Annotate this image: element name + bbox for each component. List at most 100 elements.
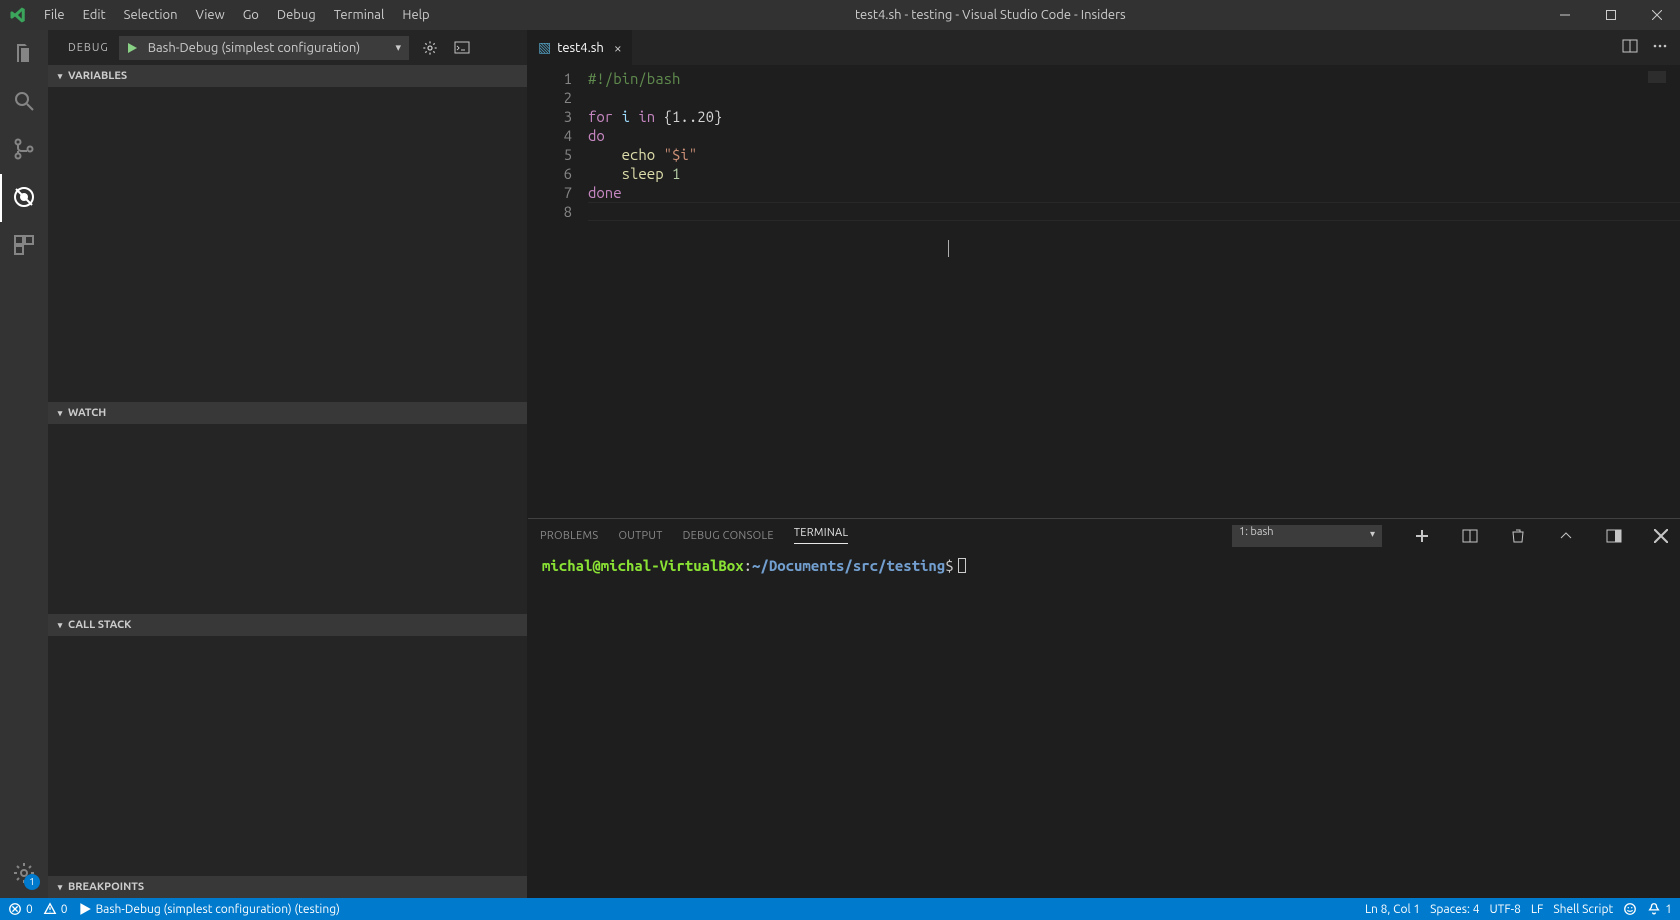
- status-bar: 0 0 Bash-Debug (simplest configuration) …: [0, 898, 1680, 920]
- section-variables-label: VARIABLES: [68, 70, 127, 82]
- maximize-button[interactable]: [1588, 0, 1634, 30]
- start-debug-icon[interactable]: [120, 42, 144, 54]
- editor-tabs: ▧ test4.sh ×: [528, 30, 1680, 65]
- status-warnings-count: 0: [61, 903, 68, 916]
- line-number: 7: [528, 183, 572, 202]
- settings-badge: 1: [24, 874, 40, 890]
- menu-view[interactable]: View: [187, 0, 234, 30]
- activity-settings[interactable]: 1: [0, 850, 48, 898]
- section-watch-header[interactable]: ▾ WATCH: [48, 402, 527, 424]
- chevron-down-icon: ▾: [52, 71, 68, 82]
- terminal-dollar: $: [945, 557, 953, 574]
- activity-debug[interactable]: [0, 174, 48, 222]
- status-errors-count: 0: [26, 903, 33, 916]
- panel-tab-terminal[interactable]: TERMINAL: [794, 527, 849, 544]
- bottom-panel: PROBLEMS OUTPUT DEBUG CONSOLE TERMINAL 1…: [528, 518, 1680, 898]
- menu-help[interactable]: Help: [393, 0, 438, 30]
- new-terminal-icon[interactable]: [1414, 528, 1430, 544]
- debug-title: DEBUG: [68, 42, 109, 54]
- panel-tab-debugconsole[interactable]: DEBUG CONSOLE: [683, 530, 774, 542]
- status-feedback[interactable]: [1623, 902, 1637, 916]
- terminal-content[interactable]: michal@michal-VirtualBox:~/Documents/src…: [528, 552, 1680, 898]
- menu-selection[interactable]: Selection: [115, 0, 187, 30]
- section-breakpoints-header[interactable]: ▾ BREAKPOINTS: [48, 876, 527, 898]
- status-debug-target-label: Bash-Debug (simplest configuration) (tes…: [96, 903, 340, 916]
- activity-extensions[interactable]: [0, 222, 48, 270]
- status-language[interactable]: Shell Script: [1553, 903, 1613, 916]
- code-token: in: [638, 108, 655, 125]
- code-token: echo: [588, 146, 655, 163]
- status-encoding[interactable]: UTF-8: [1489, 903, 1520, 916]
- activity-scm[interactable]: [0, 126, 48, 174]
- code-editor[interactable]: 1 2 3 4 5 6 7 8 #!/bin/bash for i in {1.…: [528, 65, 1680, 518]
- status-cursor-position[interactable]: Ln 8, Col 1: [1365, 903, 1420, 916]
- section-breakpoints-label: BREAKPOINTS: [68, 881, 144, 893]
- code-token: #!/bin/bash: [588, 70, 680, 87]
- close-button[interactable]: [1634, 0, 1680, 30]
- debug-toolbar: DEBUG Bash-Debug (simplest configuration…: [48, 30, 527, 65]
- status-eol[interactable]: LF: [1531, 903, 1543, 916]
- menu-debug[interactable]: Debug: [268, 0, 325, 30]
- chevron-down-icon: ▾: [52, 620, 68, 631]
- close-panel-icon[interactable]: [1654, 529, 1668, 543]
- terminal-instance-select[interactable]: 1: bash: [1232, 525, 1382, 547]
- menu-go[interactable]: Go: [234, 0, 268, 30]
- section-watch-body: [48, 424, 527, 614]
- chevron-down-icon: ▾: [52, 408, 68, 419]
- section-callstack-body: [48, 636, 527, 876]
- code-token: i: [613, 108, 638, 125]
- panel-tab-problems[interactable]: PROBLEMS: [540, 530, 598, 542]
- line-number: 6: [528, 164, 572, 183]
- panel-tab-output[interactable]: OUTPUT: [618, 530, 662, 542]
- split-editor-icon[interactable]: [1622, 38, 1638, 57]
- split-terminal-icon[interactable]: [1462, 528, 1478, 544]
- status-errors[interactable]: 0: [8, 902, 33, 916]
- chevron-down-icon[interactable]: ▾: [390, 41, 408, 54]
- minimap[interactable]: [1648, 71, 1666, 83]
- menu-terminal[interactable]: Terminal: [325, 0, 394, 30]
- kill-terminal-icon[interactable]: [1510, 528, 1526, 544]
- debug-console-icon[interactable]: [451, 40, 473, 56]
- menu-bar: File Edit Selection View Go Debug Termin…: [35, 0, 439, 30]
- line-number: 1: [528, 69, 572, 88]
- status-indent[interactable]: Spaces: 4: [1430, 903, 1479, 916]
- status-notifications[interactable]: 1: [1647, 902, 1672, 916]
- code-token: for: [588, 108, 613, 125]
- tab-test4[interactable]: ▧ test4.sh ×: [528, 30, 633, 65]
- terminal-path: ~/Documents/src/testing: [752, 557, 945, 574]
- editor-group: ▧ test4.sh × 1 2 3 4 5 6 7 8 #!/bin/bash…: [528, 30, 1680, 898]
- close-icon[interactable]: ×: [614, 40, 622, 56]
- main-area: 1 DEBUG Bash-Debug (simplest configurati…: [0, 30, 1680, 898]
- code-token: "$i": [655, 146, 697, 163]
- tab-label: test4.sh: [557, 41, 604, 55]
- line-number: 8: [528, 202, 572, 221]
- files-icon: [12, 41, 36, 68]
- status-debug-target[interactable]: Bash-Debug (simplest configuration) (tes…: [78, 902, 340, 916]
- code-token: do: [588, 127, 605, 144]
- launch-config-select[interactable]: Bash-Debug (simplest configuration) ▾: [119, 36, 409, 60]
- code-content[interactable]: #!/bin/bash for i in {1..20}do echo "$i"…: [588, 65, 1680, 518]
- activity-explorer[interactable]: [0, 30, 48, 78]
- menu-file[interactable]: File: [35, 0, 74, 30]
- configure-gear-icon[interactable]: [419, 40, 441, 56]
- toggle-panel-icon[interactable]: [1606, 528, 1622, 544]
- maximize-panel-icon[interactable]: [1558, 528, 1574, 544]
- search-icon: [12, 89, 36, 116]
- activity-search[interactable]: [0, 78, 48, 126]
- menu-edit[interactable]: Edit: [74, 0, 115, 30]
- status-warnings[interactable]: 0: [43, 902, 68, 916]
- section-variables-header[interactable]: ▾ VARIABLES: [48, 65, 527, 87]
- code-token: done: [588, 184, 622, 201]
- bug-icon: [12, 185, 36, 212]
- more-actions-icon[interactable]: [1652, 38, 1668, 57]
- minimize-button[interactable]: [1542, 0, 1588, 30]
- section-callstack-header[interactable]: ▾ CALL STACK: [48, 614, 527, 636]
- section-variables-body: [48, 87, 527, 402]
- line-number: 2: [528, 88, 572, 107]
- terminal-cursor: [958, 558, 966, 573]
- code-token: sleep: [588, 165, 664, 182]
- debug-sidebar: DEBUG Bash-Debug (simplest configuration…: [48, 30, 528, 898]
- line-number: 3: [528, 107, 572, 126]
- panel-tabs: PROBLEMS OUTPUT DEBUG CONSOLE TERMINAL 1…: [528, 519, 1680, 552]
- terminal-colon: :: [744, 557, 752, 574]
